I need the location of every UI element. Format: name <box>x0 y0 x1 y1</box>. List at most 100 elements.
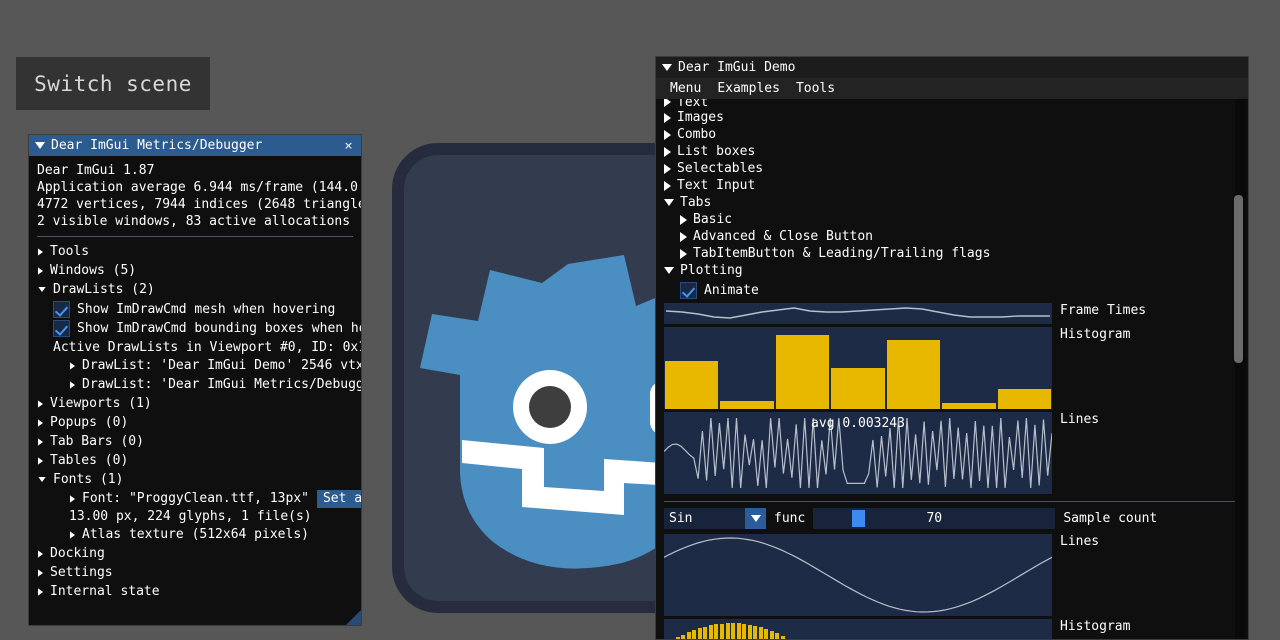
drawlists-header: Active DrawLists in Viewport #0, ID: 0x1… <box>53 340 362 355</box>
atlas-texture-label: Atlas texture (512x64 pixels) <box>82 527 309 542</box>
sample-count-slider[interactable]: 70 <box>813 508 1056 529</box>
controls-row: Sin func 70 Sample count <box>664 508 1238 529</box>
chevron-right-icon <box>37 399 44 408</box>
menu-item-menu[interactable]: Menu <box>662 79 709 98</box>
drawlist-item-demo[interactable]: DrawList: 'Dear ImGui Demo' 2546 vtx, 43 <box>37 356 361 375</box>
plot-row-lines2: Lines <box>664 534 1238 616</box>
menu-item-tools[interactable]: Tools <box>788 79 843 98</box>
chevron-right-icon <box>664 163 671 174</box>
chevron-right-icon <box>680 214 687 225</box>
tree-node-advanced-close-button[interactable]: Advanced & Close Button <box>664 228 1238 245</box>
plot-label-frame-times: Frame Times <box>1060 303 1147 318</box>
tree-node-fonts[interactable]: Fonts (1) <box>37 470 353 489</box>
tree-node-drawlists[interactable]: DrawLists (2) <box>37 280 353 299</box>
tree-node-viewports[interactable]: Viewports (1) <box>37 394 353 413</box>
metrics-title-bar[interactable]: Dear ImGui Metrics/Debugger ✕ <box>29 135 361 156</box>
menu-bar[interactable]: Menu Examples Tools <box>656 78 1248 99</box>
tree-node-docking[interactable]: Docking <box>37 544 353 563</box>
checkbox-show-bounding-boxes[interactable]: Show ImDrawCmd bounding boxes when hover <box>37 320 361 337</box>
slider-value: 70 <box>926 511 943 526</box>
tree-node-label: Internal state <box>50 584 160 599</box>
imgui-demo-window[interactable]: Dear ImGui Demo Menu Examples Tools Text… <box>655 56 1249 640</box>
tree-node-list-boxes[interactable]: List boxes <box>664 143 1238 160</box>
histogram-bar <box>703 626 708 639</box>
chevron-right-icon <box>37 247 44 256</box>
chevron-right-icon <box>664 99 671 107</box>
chevron-down-icon <box>38 286 46 293</box>
checkbox-animate[interactable]: Animate <box>664 282 1238 299</box>
godot-robot-icon <box>420 255 692 569</box>
demo-scrollbar-track[interactable] <box>1234 99 1246 639</box>
tree-node-label: List boxes <box>677 144 756 159</box>
chevron-down-icon[interactable] <box>35 142 45 149</box>
resize-grip[interactable] <box>344 610 361 625</box>
drawlist-item-metrics[interactable]: DrawList: 'Dear ImGui Metrics/Debugger' <box>37 375 361 394</box>
tree-node-settings[interactable]: Settings <box>37 563 353 582</box>
chevron-down-icon <box>664 267 674 274</box>
demo-scrollbar-thumb[interactable] <box>1234 195 1243 363</box>
tree-node-basic[interactable]: Basic <box>664 211 1238 228</box>
tree-node-plotting[interactable]: Plotting <box>664 262 1238 279</box>
tree-node-tools[interactable]: Tools <box>37 242 353 261</box>
menu-item-examples[interactable]: Examples <box>709 79 788 98</box>
godot-logo <box>392 143 692 640</box>
tree-node-popups[interactable]: Popups (0) <box>37 413 353 432</box>
checkbox-icon[interactable] <box>53 320 70 337</box>
switch-scene-button[interactable]: Switch scene <box>16 57 210 110</box>
chevron-down-icon[interactable] <box>745 508 766 529</box>
func-combo-label: func <box>774 511 806 526</box>
tree-node-tables[interactable]: Tables (0) <box>37 451 353 470</box>
tree-node-internal-state[interactable]: Internal state <box>37 582 353 601</box>
tree-node-tabs[interactable]: Tabs <box>664 194 1238 211</box>
checkbox-icon[interactable] <box>53 301 70 318</box>
tree-node-label: Text <box>677 99 709 109</box>
checkbox-label: Show ImDrawCmd mesh when hovering <box>77 302 336 317</box>
plot-lines-noise[interactable]: avg 0.003243 <box>664 412 1052 494</box>
sample-count-label: Sample count <box>1063 511 1158 526</box>
metrics-debugger-window[interactable]: Dear ImGui Metrics/Debugger ✕ Dear ImGui… <box>28 134 362 626</box>
chevron-right-icon <box>69 380 76 389</box>
metrics-info-line: 2 visible windows, 83 active allocations <box>37 214 351 229</box>
plot-frame-times[interactable] <box>664 303 1052 324</box>
plot-lines-sine[interactable] <box>664 534 1052 616</box>
metrics-info-line: Application average 6.944 ms/frame (144.… <box>37 180 362 195</box>
drawlist-label: DrawList: 'Dear ImGui Demo' 2546 vtx, 43 <box>82 358 361 373</box>
tree-node-combo[interactable]: Combo <box>664 126 1238 143</box>
tree-node-windows[interactable]: Windows (5) <box>37 261 353 280</box>
tree-node-label: Settings <box>50 565 113 580</box>
demo-title-bar[interactable]: Dear ImGui Demo <box>656 57 1248 78</box>
set-as-default-button[interactable]: Set as d <box>316 489 361 508</box>
histogram-bar <box>708 625 713 639</box>
tree-node-tabitembutton[interactable]: TabItemButton & Leading/Trailing flags <box>664 245 1238 262</box>
histogram-bar <box>731 623 736 639</box>
plot-label-histogram: Histogram <box>1060 327 1131 342</box>
chevron-right-icon <box>69 361 76 370</box>
tree-node-images[interactable]: Images <box>664 109 1238 126</box>
atlas-texture-entry[interactable]: Atlas texture (512x64 pixels) <box>37 525 353 544</box>
plot-histogram-sine[interactable] <box>664 619 1052 639</box>
func-combo[interactable]: Sin <box>664 508 766 529</box>
tree-node-tab-bars[interactable]: Tab Bars (0) <box>37 432 353 451</box>
tree-node-label: Tabs <box>680 195 712 210</box>
tree-node-selectables[interactable]: Selectables <box>664 160 1238 177</box>
checkbox-show-mesh[interactable]: Show ImDrawCmd mesh when hovering <box>37 301 353 318</box>
drawlist-label: DrawList: 'Dear ImGui Metrics/Debugger' <box>82 377 362 392</box>
checkbox-label: Animate <box>704 283 759 298</box>
tree-node-label: Selectables <box>677 161 764 176</box>
tree-node-text-input[interactable]: Text Input <box>664 177 1238 194</box>
metrics-info-line: 4772 vertices, 7944 indices (2648 triang… <box>37 197 362 212</box>
close-icon[interactable]: ✕ <box>342 139 355 152</box>
histogram-bar <box>886 340 941 409</box>
chevron-down-icon[interactable] <box>662 64 672 71</box>
chevron-right-icon <box>69 530 76 539</box>
slider-handle[interactable] <box>852 510 866 527</box>
font-entry[interactable]: Font: "ProggyClean.ttf, 13px" Set as d <box>37 489 361 508</box>
plot-histogram[interactable] <box>664 327 1052 409</box>
histogram-bar <box>781 636 785 639</box>
tree-node-text[interactable]: Text <box>664 99 1238 109</box>
checkbox-icon[interactable] <box>680 282 697 299</box>
chevron-right-icon <box>680 231 687 242</box>
histogram-bar <box>769 631 774 639</box>
chevron-right-icon <box>37 568 44 577</box>
tree-node-label: DrawLists (2) <box>53 282 155 297</box>
